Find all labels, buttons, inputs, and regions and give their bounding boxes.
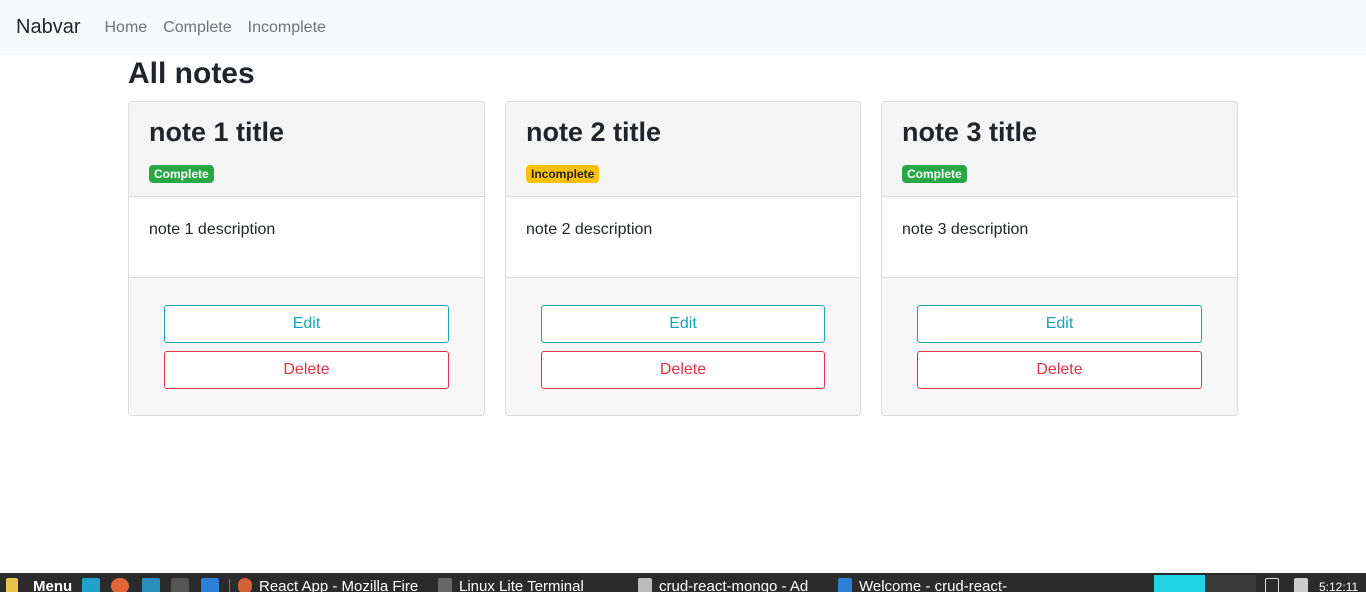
page-title: All notes (128, 57, 255, 90)
status-badge: Complete (149, 165, 214, 183)
delete-button[interactable]: Delete (917, 351, 1202, 389)
start-menu-button[interactable]: Menu (33, 577, 72, 592)
edit-button[interactable]: Edit (164, 305, 449, 343)
edit-button[interactable]: Edit (917, 305, 1202, 343)
taskbar-window-terminal[interactable]: Linux Lite Terminal (459, 577, 584, 592)
nav-link-complete[interactable]: Complete (163, 19, 231, 37)
status-badge: Incomplete (526, 165, 600, 183)
note-title: note 3 title (902, 117, 1038, 147)
terminal-launcher-icon[interactable] (171, 578, 189, 592)
delete-button[interactable]: Delete (164, 351, 449, 389)
file-manager-launcher-icon[interactable] (142, 578, 160, 592)
note-description: note 2 description (506, 197, 860, 278)
folder-icon (638, 578, 652, 592)
note-card-footer: Edit Delete (506, 278, 860, 389)
workspace-switcher[interactable] (1154, 575, 1205, 592)
taskbar-window-vscode[interactable]: Welcome - crud-react- (859, 577, 1007, 592)
note-description: note 3 description (882, 197, 1237, 278)
start-menu-icon[interactable] (6, 578, 18, 592)
nav-link-home[interactable]: Home (104, 19, 147, 37)
note-card: note 3 title Complete note 3 description… (881, 101, 1238, 416)
vscode-launcher-icon[interactable] (201, 578, 219, 592)
note-description: note 1 description (129, 197, 484, 278)
workspace-switcher-2[interactable] (1206, 575, 1256, 592)
firefox-icon (238, 578, 252, 592)
vscode-icon (838, 578, 852, 592)
firefox-launcher-icon[interactable] (111, 578, 129, 592)
taskbar-window-firefox[interactable]: React App - Mozilla Fire (259, 577, 418, 592)
note-card-header: note 2 title Incomplete (506, 102, 860, 197)
edit-button[interactable]: Edit (541, 305, 825, 343)
volume-icon[interactable] (1294, 578, 1308, 592)
display-icon[interactable] (1265, 578, 1279, 592)
note-card-footer: Edit Delete (882, 278, 1237, 389)
terminal-icon (438, 578, 452, 592)
navbar: Nabvar Home Complete Incomplete (0, 0, 1366, 55)
delete-button[interactable]: Delete (541, 351, 825, 389)
note-card-header: note 3 title Complete (882, 102, 1237, 197)
note-card: note 1 title Complete note 1 description… (128, 101, 485, 416)
nav-link-incomplete[interactable]: Incomplete (248, 19, 326, 37)
taskbar-separator (229, 579, 230, 592)
navbar-brand[interactable]: Nabvar (16, 16, 80, 39)
clock[interactable]: 5:12:11 (1319, 577, 1358, 592)
note-title: note 2 title (526, 117, 662, 147)
status-badge: Complete (902, 165, 967, 183)
taskbar: Menu React App - Mozilla Fire Linux Lite… (0, 573, 1366, 592)
note-card: note 2 title Incomplete note 2 descripti… (505, 101, 861, 416)
show-desktop-icon[interactable] (82, 578, 100, 592)
note-card-footer: Edit Delete (129, 278, 484, 389)
note-title: note 1 title (149, 117, 285, 147)
note-card-header: note 1 title Complete (129, 102, 484, 197)
taskbar-window-file-manager[interactable]: crud-react-mongo - Ad (659, 577, 808, 592)
